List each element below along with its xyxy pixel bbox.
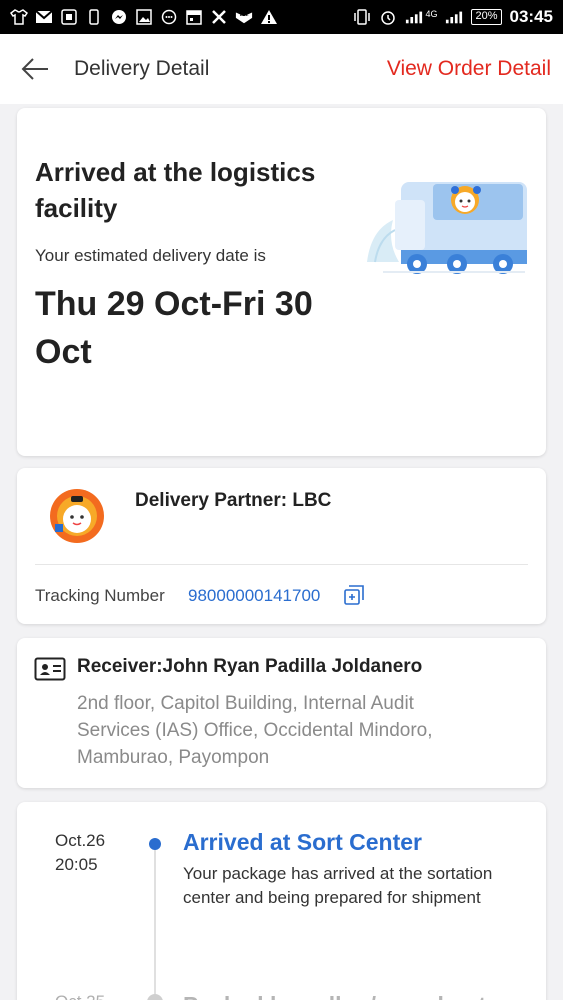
timeline-time: 20:05 (55, 855, 98, 874)
receiver-address: 2nd floor, Capitol Building, Internal Au… (77, 693, 433, 768)
delivery-partner-name: Delivery Partner: LBC (135, 490, 332, 511)
view-order-detail-link[interactable]: View Order Detail (387, 57, 551, 81)
calendar-icon (185, 9, 203, 25)
back-button[interactable] (18, 52, 52, 86)
status-bar: Laz 4G 20% 03:45 (0, 0, 563, 34)
timeline-line (154, 846, 156, 1000)
tracking-number[interactable]: 98000000141700 (188, 586, 320, 606)
app-header: Delivery Detail View Order Detail (0, 34, 563, 104)
screenshot-icon (60, 9, 78, 25)
system-icons: 4G 20% 03:45 (353, 7, 553, 27)
shirt-icon (10, 9, 28, 25)
timeline-event-title: Arrived at Sort Center (183, 829, 423, 855)
network-type: 4G (425, 9, 438, 19)
vibrate-icon (353, 9, 371, 25)
svg-text:Laz: Laz (239, 12, 248, 18)
status-title: Arrived at the logistics facility (35, 157, 316, 223)
chat-icon (160, 9, 178, 25)
receiver-name: Receiver:John Ryan Padilla Joldanero (77, 656, 423, 677)
signal-icon (445, 9, 463, 25)
x-icon (210, 9, 228, 25)
phone-icon (85, 9, 103, 25)
image-icon (135, 9, 153, 25)
timeline-date: Oct.25 (55, 992, 105, 1000)
arrow-left-icon (21, 58, 48, 80)
alarm-icon (379, 9, 397, 25)
receiver-card: Receiver:John Ryan Padilla Joldanero 2nd… (17, 638, 546, 788)
timeline-event-title: Packed by seller / merchant (183, 992, 486, 1000)
estimated-delivery-date: Thu 29 Oct-Fri 30 Oct (35, 285, 313, 371)
divider (35, 564, 528, 565)
notification-icons: Laz (10, 9, 278, 25)
tracking-timeline-card: Oct.26 20:05 Arrived at Sort Center Your… (17, 802, 546, 1000)
partner-logo (50, 489, 104, 543)
id-card-icon (34, 657, 66, 681)
messenger-icon (110, 9, 128, 25)
page-title: Delivery Detail (74, 57, 210, 80)
delivery-partner-card: Delivery Partner: LBC Tracking Number 98… (17, 468, 546, 624)
tracking-number-label: Tracking Number (35, 586, 165, 605)
timeline-dot (147, 994, 163, 1000)
battery-indicator: 20% (471, 9, 502, 25)
gmail-icon (35, 9, 53, 25)
lazada-icon: Laz (235, 9, 253, 25)
delivery-truck-illustration (367, 182, 527, 274)
delivery-status-card: Arrived at the logistics facility Your e… (17, 108, 546, 456)
clock: 03:45 (509, 7, 553, 26)
signal-icon (405, 9, 423, 25)
timeline-event-description: Your package has arrived at the sortatio… (183, 864, 493, 907)
estimated-delivery-label: Your estimated delivery date is (35, 246, 266, 265)
timeline-date: Oct.26 (55, 831, 106, 850)
copy-icon[interactable] (343, 584, 365, 606)
timeline-entry-date: Oct.26 20:05 (55, 829, 105, 877)
warning-icon (260, 9, 278, 25)
timeline-dot-active (149, 838, 161, 850)
